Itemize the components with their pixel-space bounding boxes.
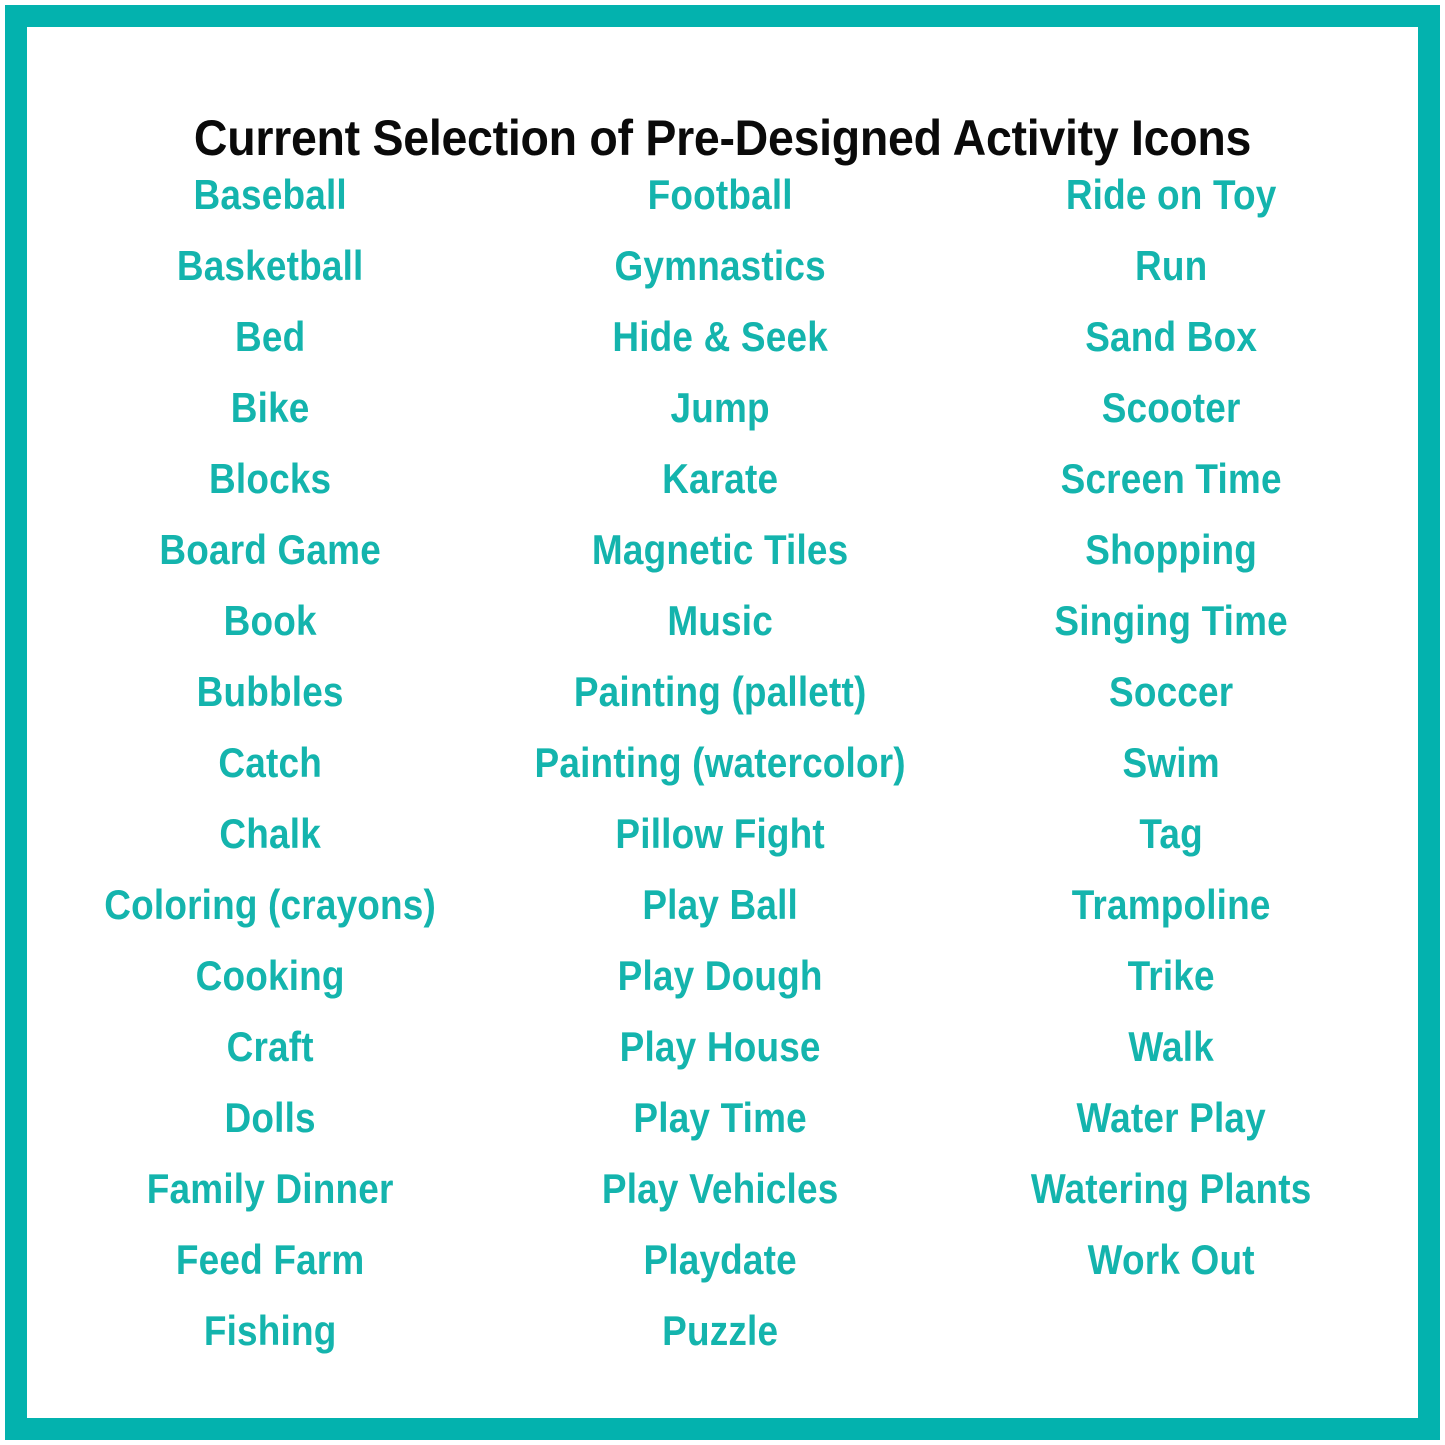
activity-item[interactable]: Singing Time (973, 585, 1369, 656)
activity-columns: Baseball Basketball Bed Bike Blocks Board Gam… (27, 159, 1418, 1366)
activity-item[interactable]: Chalk (72, 798, 468, 869)
activity-item[interactable]: Tag (973, 798, 1369, 869)
activity-item[interactable]: Painting (watercolor) (522, 727, 918, 798)
activity-item[interactable]: Blocks (72, 443, 468, 514)
activity-item[interactable]: Ride on Toy (973, 159, 1369, 230)
activity-item[interactable]: Playdate (522, 1224, 918, 1295)
activity-column-1: Baseball Basketball Bed Bike Blocks Board Gam… (45, 159, 495, 1366)
activity-item[interactable]: Play Time (522, 1082, 918, 1153)
activity-item[interactable]: Painting (pallett) (522, 656, 918, 727)
activity-item[interactable]: Cooking (72, 940, 468, 1011)
activity-item[interactable]: Hide & Seek (522, 301, 918, 372)
activity-item[interactable]: Sand Box (973, 301, 1369, 372)
activity-item[interactable]: Trike (973, 940, 1369, 1011)
activity-item[interactable]: Run (973, 230, 1369, 301)
activity-item[interactable]: Book (72, 585, 468, 656)
activity-item[interactable]: Music (522, 585, 918, 656)
activity-column-2: Football Gymnastics Hide & Seek Jump Karate M… (495, 159, 945, 1366)
activity-item[interactable]: Play Dough (522, 940, 918, 1011)
activity-item[interactable]: Screen Time (973, 443, 1369, 514)
activity-item[interactable]: Magnetic Tiles (522, 514, 918, 585)
activity-item[interactable]: Craft (72, 1011, 468, 1082)
activity-item[interactable]: Basketball (72, 230, 468, 301)
activity-item[interactable]: Bed (72, 301, 468, 372)
activity-item[interactable]: Play Vehicles (522, 1153, 918, 1224)
activity-item[interactable]: Family Dinner (72, 1153, 468, 1224)
activity-item[interactable]: Bike (72, 372, 468, 443)
activity-item[interactable]: Catch (72, 727, 468, 798)
activity-column-3: Ride on Toy Run Sand Box Scooter Screen Time… (946, 159, 1396, 1295)
activity-item[interactable]: Karate (522, 443, 918, 514)
activity-item[interactable]: Shopping (973, 514, 1369, 585)
activity-item[interactable]: Coloring (crayons) (72, 869, 468, 940)
activity-item[interactable]: Play House (522, 1011, 918, 1082)
poster-border-frame: Current Selection of Pre-Designed Activi… (5, 5, 1440, 1440)
activity-item[interactable]: Soccer (973, 656, 1369, 727)
activity-item[interactable]: Feed Farm (72, 1224, 468, 1295)
activity-item[interactable]: Scooter (973, 372, 1369, 443)
activity-item[interactable]: Play Ball (522, 869, 918, 940)
activity-item[interactable]: Football (522, 159, 918, 230)
activity-item[interactable]: Work Out (973, 1224, 1369, 1295)
page-title: Current Selection of Pre-Designed Activi… (193, 109, 1252, 166)
activity-item[interactable]: Swim (973, 727, 1369, 798)
activity-icon-list-poster: Current Selection of Pre-Designed Activi… (0, 0, 1445, 1445)
poster-content-area: Current Selection of Pre-Designed Activi… (27, 27, 1418, 1418)
activity-item[interactable]: Gymnastics (522, 230, 918, 301)
activity-item[interactable]: Board Game (72, 514, 468, 585)
activity-item[interactable]: Dolls (72, 1082, 468, 1153)
activity-item[interactable]: Puzzle (522, 1295, 918, 1366)
activity-item[interactable]: Baseball (72, 159, 468, 230)
activity-item[interactable]: Watering Plants (973, 1153, 1369, 1224)
activity-item[interactable]: Jump (522, 372, 918, 443)
activity-item[interactable]: Walk (973, 1011, 1369, 1082)
activity-item[interactable]: Trampoline (973, 869, 1369, 940)
activity-item[interactable]: Bubbles (72, 656, 468, 727)
activity-item[interactable]: Fishing (72, 1295, 468, 1366)
activity-item[interactable]: Pillow Fight (522, 798, 918, 869)
activity-item[interactable]: Water Play (973, 1082, 1369, 1153)
